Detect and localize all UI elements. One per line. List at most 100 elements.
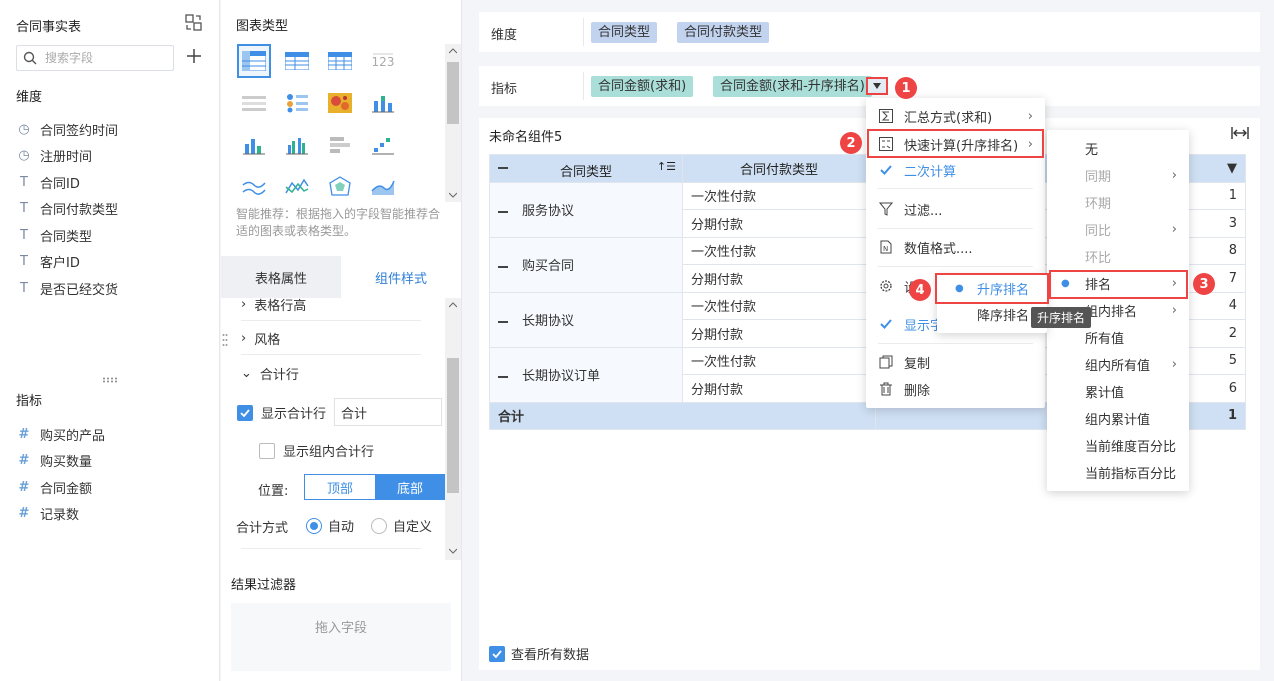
- mea-pill-amount-rank[interactable]: 合同金额(求和-升序排名): [713, 76, 872, 97]
- scroll-down-icon[interactable]: [449, 548, 457, 554]
- menu-item-secondary-calc[interactable]: 二次计算: [866, 157, 1045, 183]
- property-scrollbar-thumb[interactable]: [447, 358, 459, 493]
- scroll-up-icon[interactable]: [449, 48, 457, 54]
- show-total-option[interactable]: 显示合计行: [237, 403, 326, 422]
- tab-table-properties[interactable]: 表格属性: [221, 256, 341, 298]
- chart-type-indicator-icon[interactable]: [280, 86, 314, 120]
- collapse-icon[interactable]: [498, 320, 508, 323]
- group-cell[interactable]: 长期协议订单: [489, 346, 683, 403]
- collapse-icon[interactable]: [498, 210, 508, 213]
- dimension-field-item[interactable]: T 合同付款类型: [16, 199, 206, 219]
- position-top-button[interactable]: 顶部: [305, 475, 375, 499]
- view-all-data-option[interactable]: 查看所有数据: [489, 644, 589, 663]
- expand-width-icon[interactable]: [1231, 127, 1249, 139]
- chart-type-heatmap-icon[interactable]: [323, 86, 357, 120]
- submenu-item[interactable]: 环期: [1047, 189, 1189, 215]
- collapse-icon[interactable]: [498, 375, 508, 378]
- result-filter-dropzone[interactable]: 拖入字段: [231, 603, 451, 671]
- collapse-icon[interactable]: [498, 265, 508, 268]
- chart-type-title: 图表类型: [236, 19, 289, 34]
- submenu-item[interactable]: ● 排名 ›: [1047, 270, 1189, 296]
- search-input[interactable]: [45, 49, 169, 67]
- dimension-field-item[interactable]: T 合同ID: [16, 172, 206, 192]
- mode-custom-radio[interactable]: [371, 517, 387, 534]
- chart-type-multi-column-icon[interactable]: [280, 128, 314, 162]
- dimension-field-item[interactable]: ◷ 合同签约时间: [16, 119, 206, 139]
- chart-type-area-icon[interactable]: [366, 170, 400, 204]
- chart-type-bar-gray-icon[interactable]: [323, 128, 357, 162]
- drag-handle-icon[interactable]: [102, 377, 120, 383]
- show-group-total-checkbox[interactable]: [259, 442, 275, 459]
- chart-type-kpi-icon[interactable]: 123: [366, 44, 400, 78]
- mode-auto-option[interactable]: 自动: [306, 516, 354, 535]
- group-cell[interactable]: 长期协议: [489, 291, 683, 348]
- component-title[interactable]: 未命名组件5: [489, 126, 562, 145]
- tab-component-style[interactable]: 组件样式: [341, 256, 461, 298]
- chart-type-scatter-icon[interactable]: [366, 128, 400, 162]
- header-payment-type[interactable]: 合同付款类型 ↑: [682, 154, 876, 183]
- property-scrollbar[interactable]: [445, 298, 461, 560]
- header-contract-type[interactable]: 合同类型 ↑☰: [489, 154, 683, 183]
- add-field-icon[interactable]: [186, 48, 202, 64]
- submenu-item[interactable]: 组内所有值 ›: [1047, 351, 1189, 377]
- submenu-item[interactable]: 累计值: [1047, 378, 1189, 404]
- menu-item-summary[interactable]: 汇总方式(求和) ›: [866, 103, 1045, 129]
- search-field[interactable]: [16, 45, 174, 71]
- chart-type-column-icon[interactable]: [237, 128, 271, 162]
- show-group-total-option[interactable]: 显示组内合计行: [259, 441, 374, 460]
- dim-pill-payment-type[interactable]: 合同付款类型: [677, 22, 770, 43]
- dimension-field-item[interactable]: T 客户ID: [16, 252, 206, 272]
- dim-pill-contract-type[interactable]: 合同类型: [591, 22, 658, 43]
- scroll-down-icon[interactable]: [449, 192, 457, 198]
- group-cell[interactable]: 服务协议: [489, 181, 683, 238]
- sort-icon[interactable]: ↑☰: [657, 160, 676, 173]
- submenu-item[interactable]: 环比: [1047, 243, 1189, 269]
- position-bottom-button[interactable]: 底部: [375, 475, 445, 499]
- submenu-item[interactable]: 同期 ›: [1047, 162, 1189, 188]
- row-height-section[interactable]: › 表格行高: [241, 295, 306, 314]
- chart-type-polyline-icon[interactable]: [280, 170, 314, 204]
- mode-auto-radio[interactable]: [306, 517, 322, 534]
- total-row-section[interactable]: ⌄ 合计行: [241, 364, 299, 383]
- measure-field-item[interactable]: # 记录数: [16, 504, 206, 524]
- dimension-field-item[interactable]: T 是否已经交货: [16, 278, 206, 298]
- menu-item-delete[interactable]: 删除: [866, 376, 1045, 402]
- menu-item-copy[interactable]: 复制: [866, 349, 1045, 375]
- measure-field-item[interactable]: # 购买数量: [16, 451, 206, 471]
- group-cell[interactable]: 购买合同: [489, 236, 683, 293]
- chart-type-scrollbar-thumb[interactable]: [447, 62, 459, 124]
- menu-item-quick-calc[interactable]: 快速计算(升序排名) ›: [866, 131, 1045, 157]
- dropdown-caret-icon[interactable]: ▼: [1227, 161, 1237, 176]
- submenu-item[interactable]: 同比 ›: [1047, 216, 1189, 242]
- mode-custom-option[interactable]: 自定义: [371, 516, 432, 535]
- chart-type-gray-table-icon[interactable]: [237, 86, 271, 120]
- menu-item-number-format[interactable]: N 数值格式....: [866, 234, 1045, 260]
- measure-dropdown-button[interactable]: [866, 77, 888, 95]
- style-section[interactable]: › 风格: [241, 329, 280, 348]
- submenu-item[interactable]: 当前指标百分比: [1047, 459, 1189, 485]
- dimension-field-item[interactable]: ◷ 注册时间: [16, 146, 206, 166]
- chart-type-stacked-bar-icon[interactable]: [366, 86, 400, 120]
- show-total-checkbox[interactable]: [237, 404, 253, 421]
- submenu-item[interactable]: 当前维度百分比: [1047, 432, 1189, 458]
- measure-field-item[interactable]: # 购买的产品: [16, 424, 206, 444]
- chart-type-radar-icon[interactable]: [323, 170, 357, 204]
- mea-pill-amount-sum[interactable]: 合同金额(求和): [591, 76, 694, 97]
- submenu-item[interactable]: 组内累计值: [1047, 405, 1189, 431]
- switch-dataset-icon[interactable]: [185, 14, 202, 31]
- scroll-up-icon[interactable]: [449, 302, 457, 308]
- dimension-field-item[interactable]: T 合同类型: [16, 225, 206, 245]
- submenu-item[interactable]: 无: [1047, 135, 1189, 161]
- chart-type-scrollbar[interactable]: [445, 44, 461, 202]
- chart-type-crosstab-icon[interactable]: [237, 44, 271, 78]
- panel-resize-grip-icon[interactable]: [222, 333, 228, 347]
- view-all-checkbox[interactable]: [489, 645, 505, 662]
- total-name-input[interactable]: 合计: [334, 398, 442, 426]
- measure-field-item[interactable]: # 合同金额: [16, 477, 206, 497]
- chart-type-detailtable-icon[interactable]: [323, 44, 357, 78]
- chart-type-grouptable-icon[interactable]: [280, 44, 314, 78]
- chart-type-line-icon[interactable]: [237, 170, 271, 204]
- menu-item-filter[interactable]: 过滤...: [866, 196, 1045, 222]
- collapse-icon[interactable]: [498, 167, 508, 170]
- menu-item-rank-asc[interactable]: ● 升序排名: [937, 275, 1047, 301]
